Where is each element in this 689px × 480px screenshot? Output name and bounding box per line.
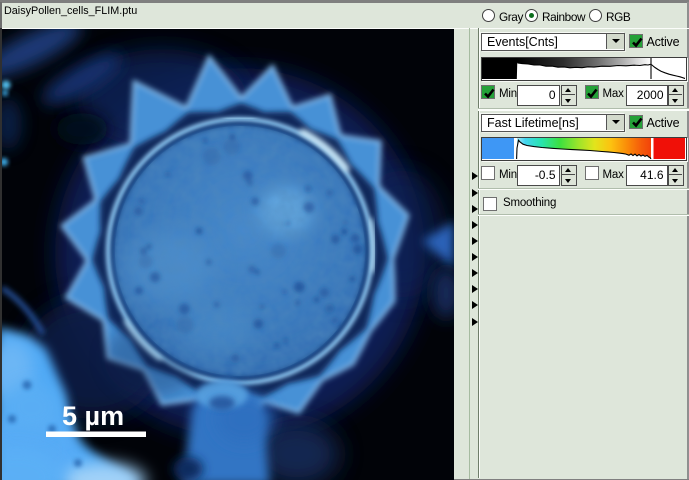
svg-text:5 µm: 5 µm (62, 401, 124, 431)
